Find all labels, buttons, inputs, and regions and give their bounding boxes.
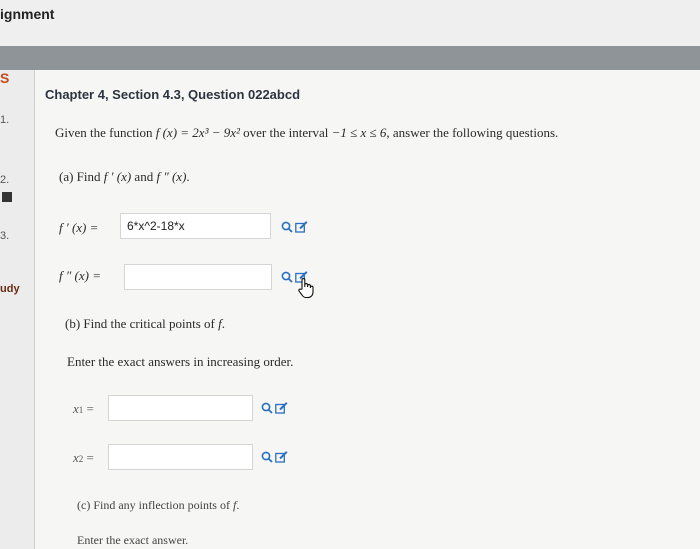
edit-icon[interactable] bbox=[295, 221, 308, 233]
part-b-prompt: (b) Find the critical points of f. bbox=[65, 316, 225, 332]
edit-icon[interactable] bbox=[275, 402, 288, 414]
part-a-text: (a) Find bbox=[59, 169, 104, 184]
fprime-tools bbox=[281, 221, 308, 233]
part-c-period: . bbox=[236, 498, 240, 512]
x2-input[interactable] bbox=[108, 444, 253, 470]
x1-sub: 1 bbox=[78, 405, 84, 415]
x1-label: x1 = bbox=[73, 401, 94, 417]
part-c-prompt: (c) Find any inflection points of f. bbox=[77, 498, 239, 513]
x1-input[interactable] bbox=[108, 395, 253, 421]
nav-item-3[interactable]: 3. bbox=[0, 230, 9, 242]
part-a-and: and bbox=[131, 169, 157, 184]
edit-icon[interactable] bbox=[275, 451, 288, 463]
header-band bbox=[0, 46, 700, 70]
nav-current-marker bbox=[2, 192, 12, 202]
part-b-instruction: Enter the exact answers in increasing or… bbox=[67, 354, 294, 369]
part-b-period: . bbox=[221, 316, 225, 331]
x2-tools bbox=[261, 451, 288, 463]
x1-tools bbox=[261, 402, 288, 414]
search-icon[interactable] bbox=[281, 221, 293, 233]
nav-item-1[interactable]: 1. bbox=[0, 114, 9, 126]
part-a-period: . bbox=[186, 169, 190, 184]
fdouble-symbol: f ″ (x) bbox=[156, 169, 187, 184]
part-c-text: (c) Find any inflection points of bbox=[77, 498, 233, 512]
x1-eq: = bbox=[86, 401, 94, 416]
assignment-title: ignment bbox=[0, 6, 55, 22]
top-bar: ignment bbox=[0, 0, 700, 47]
fprime-symbol: f ′ (x) bbox=[103, 169, 132, 184]
function-expression: f (x) = 2x³ − 9x² bbox=[155, 125, 240, 140]
left-nav: S 1. 2. 3. udy bbox=[0, 70, 34, 549]
search-icon[interactable] bbox=[281, 271, 293, 283]
search-icon[interactable] bbox=[261, 451, 273, 463]
nav-study-link[interactable]: udy bbox=[0, 283, 20, 295]
fdouble-label: f ″ (x) = bbox=[59, 268, 101, 283]
intro-text-3: , answer the following questions. bbox=[386, 125, 559, 140]
x2-label: x2 = bbox=[73, 450, 94, 466]
part-a-prompt: (a) Find f ′ (x) and f ″ (x). bbox=[59, 169, 190, 185]
question-title: Chapter 4, Section 4.3, Question 022abcd bbox=[45, 87, 301, 102]
fprime-label: f ′ (x) = bbox=[59, 220, 99, 235]
part-c-instruction: Enter the exact answer. bbox=[77, 533, 189, 547]
x2-eq: = bbox=[86, 450, 94, 465]
nav-item-2[interactable]: 2. bbox=[0, 174, 9, 186]
search-icon[interactable] bbox=[261, 402, 273, 414]
intro-text-2: over the interval bbox=[239, 125, 332, 140]
fprime-input[interactable]: 6*x^2-18*x bbox=[120, 213, 271, 239]
interval-expression: −1 ≤ x ≤ 6 bbox=[331, 125, 387, 140]
question-intro: Given the function f (x) = 2x³ − 9x² ove… bbox=[55, 125, 558, 141]
x2-sub: 2 bbox=[78, 454, 84, 464]
hand-cursor-icon bbox=[298, 278, 314, 299]
fdouble-input[interactable] bbox=[124, 264, 272, 290]
question-panel: Chapter 4, Section 4.3, Question 022abcd… bbox=[34, 70, 700, 549]
intro-text: Given the function bbox=[55, 125, 156, 140]
nav-section-label: S bbox=[0, 70, 10, 86]
part-b-text: (b) Find the critical points of bbox=[65, 316, 219, 331]
